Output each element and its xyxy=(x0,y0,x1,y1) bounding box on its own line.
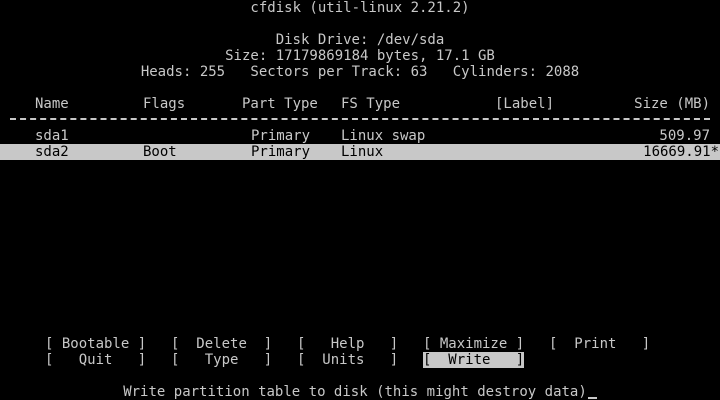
sectors-label: Sectors per Track: xyxy=(250,64,403,80)
units-label: Units xyxy=(322,352,365,368)
size-line: Size: 17179869184 bytes, 17.1 GB xyxy=(0,48,720,64)
delete-button[interactable]: [ Delete ] xyxy=(171,336,272,352)
col-flags-header: Flags xyxy=(143,96,186,112)
units-button[interactable]: [ Units ] xyxy=(297,352,398,368)
sectors-value: 63 xyxy=(410,64,428,80)
cell-name: sda1 xyxy=(35,128,69,144)
cell-size: 16669.91* xyxy=(643,144,719,160)
print-label: Print xyxy=(574,336,617,352)
heads-label: Heads: xyxy=(140,64,192,80)
write-button[interactable]: [ Write ] xyxy=(423,352,525,368)
maximize-button[interactable]: [ Maximize ] xyxy=(423,336,524,352)
geometry-line: Heads: 255 Sectors per Track: 63 Cylinde… xyxy=(0,64,720,80)
app-title: cfdisk (util-linux 2.21.2) xyxy=(250,0,470,16)
cell-name: sda2 xyxy=(35,144,69,160)
disk-drive-line: Disk Drive: /dev/sda xyxy=(0,32,720,48)
status-message: Write partition table to disk (this migh… xyxy=(123,384,587,400)
cell-fs-type: Linux swap xyxy=(341,128,426,144)
help-button[interactable]: [ Help ] xyxy=(297,336,398,352)
cylinders-label: Cylinders: xyxy=(452,64,538,80)
col-name-header: Name xyxy=(35,96,69,112)
bootable-button[interactable]: [ Bootable ] xyxy=(45,336,146,352)
help-label: Help xyxy=(330,336,365,352)
table-divider xyxy=(10,118,710,120)
disk-drive-label: Disk Drive: xyxy=(275,32,369,48)
cylinders-value: 2088 xyxy=(545,64,580,80)
quit-label: Quit xyxy=(78,352,113,368)
table-row-selected[interactable]: sda2 Boot Primary Linux 16669.91* xyxy=(0,144,720,160)
table-header: Name Flags Part Type FS Type [Label] Siz… xyxy=(0,96,720,112)
col-part-type-header: Part Type xyxy=(242,96,318,112)
status-line: Write partition table to disk (this migh… xyxy=(0,384,720,400)
cell-part-type: Primary xyxy=(251,144,311,160)
print-button[interactable]: [ Print ] xyxy=(549,336,650,352)
size-label: Size: xyxy=(225,48,268,64)
cell-fs-type: Linux xyxy=(341,144,384,160)
quit-button[interactable]: [ Quit ] xyxy=(45,352,146,368)
table-row[interactable]: sda1 Primary Linux swap 509.97 xyxy=(0,128,720,144)
maximize-label: Maximize xyxy=(439,336,508,352)
disk-drive-value: /dev/sda xyxy=(376,32,445,48)
heads-value: 255 xyxy=(199,64,226,80)
text-cursor xyxy=(587,397,597,399)
col-fs-type-header: FS Type xyxy=(341,96,401,112)
cell-size: 509.97 xyxy=(659,128,710,144)
bootable-label: Bootable xyxy=(61,336,130,352)
col-label-header: [Label] xyxy=(495,96,555,112)
type-button[interactable]: [ Type ] xyxy=(171,352,272,368)
cell-flags: Boot xyxy=(143,144,177,160)
size-value: 17179869184 bytes, 17.1 GB xyxy=(275,48,495,64)
write-label: Write xyxy=(448,352,491,368)
type-label: Type xyxy=(204,352,239,368)
cell-part-type: Primary xyxy=(251,128,311,144)
delete-label: Delete xyxy=(196,336,247,352)
col-size-header: Size (MB) xyxy=(634,96,710,112)
